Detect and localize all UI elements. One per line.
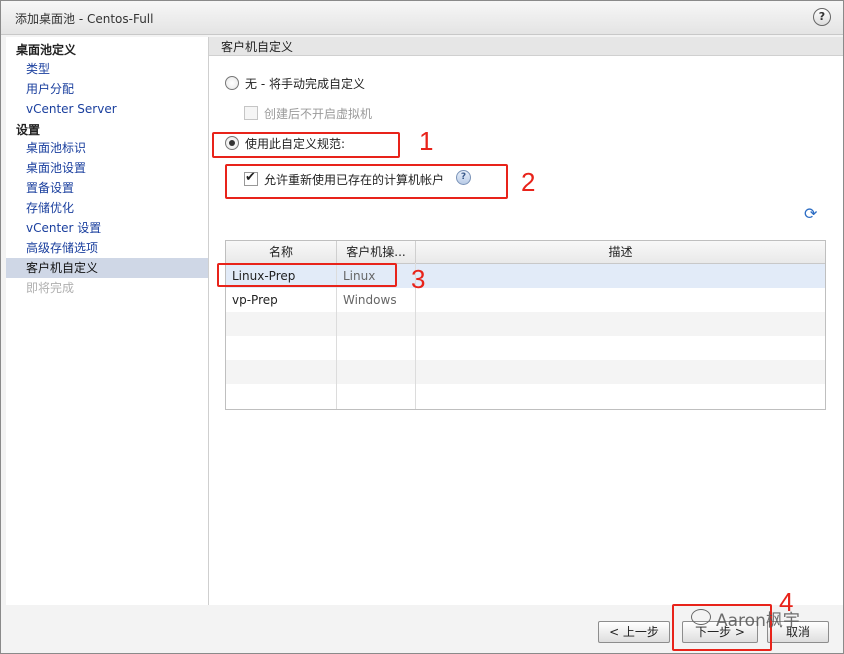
- sidebar-item-vcenter-server[interactable]: vCenter Server: [6, 99, 208, 119]
- window-title: 添加桌面池 - Centos-Full: [15, 12, 154, 26]
- table-row-empty: [226, 360, 825, 384]
- prev-button[interactable]: < 上一步: [598, 621, 670, 643]
- watermark-chat-icon: [691, 609, 711, 625]
- sidebar-item-vcenter-settings[interactable]: vCenter 设置: [6, 218, 208, 238]
- nav-heading-settings: 设置: [16, 123, 41, 137]
- sidebar-item-storage-optimization[interactable]: 存储优化: [6, 198, 208, 218]
- dialog-window: 添加桌面池 - Centos-Full ? 桌面池定义 类型 用户分配 vCen…: [0, 0, 844, 654]
- sidebar-item-ready-to-complete: 即将完成: [26, 281, 75, 295]
- column-name[interactable]: 名称: [226, 241, 337, 263]
- section-title: 客户机自定义: [221, 40, 294, 54]
- column-description[interactable]: 描述: [416, 241, 825, 263]
- annotation-number-2: 2: [521, 167, 536, 197]
- nav-heading-pool-definition: 桌面池定义: [16, 43, 77, 57]
- power-off-checkbox: [244, 106, 258, 120]
- annotation-box-2: [225, 164, 508, 199]
- radio-none[interactable]: [225, 76, 239, 90]
- annotation-number-3: 3: [411, 264, 426, 294]
- cell-name: vp-Prep: [232, 293, 278, 307]
- table-row[interactable]: vp-Prep Windows: [226, 288, 825, 312]
- title-bar: 添加桌面池 - Centos-Full ?: [1, 1, 843, 35]
- table-header: 名称 客户机操... 描述: [226, 241, 825, 264]
- table-row-empty: [226, 312, 825, 336]
- sidebar-item-pool-id[interactable]: 桌面池标识: [6, 138, 208, 158]
- section-header: 客户机自定义: [209, 37, 843, 56]
- table-row-empty: [226, 384, 825, 408]
- power-off-label: 创建后不开启虚拟机: [264, 107, 373, 121]
- cell-description: [416, 288, 825, 312]
- wizard-sidebar: 桌面池定义 类型 用户分配 vCenter Server 设置 桌面池标识 桌面…: [6, 37, 209, 605]
- annotation-box-3: [217, 263, 397, 287]
- annotation-number-1: 1: [419, 126, 434, 156]
- column-guest-os[interactable]: 客户机操...: [337, 241, 416, 263]
- sidebar-item-pool-settings[interactable]: 桌面池设置: [6, 158, 208, 178]
- cell-guest-os: Windows: [343, 293, 397, 307]
- option-none-label: 无 - 将手动完成自定义: [245, 77, 365, 91]
- annotation-box-1: [212, 132, 400, 158]
- watermark-text: Aaron枫宇: [716, 611, 800, 631]
- sidebar-item-user-assignment[interactable]: 用户分配: [6, 79, 208, 99]
- sidebar-item-provisioning[interactable]: 置备设置: [6, 178, 208, 198]
- table-row-empty: [226, 336, 825, 360]
- sidebar-item-advanced-storage[interactable]: 高级存储选项: [6, 238, 208, 258]
- refresh-icon[interactable]: ⟳: [804, 204, 817, 223]
- sidebar-item-type[interactable]: 类型: [6, 59, 208, 79]
- help-icon[interactable]: ?: [813, 8, 831, 26]
- cell-description: [416, 264, 825, 288]
- sidebar-item-guest-customization[interactable]: 客户机自定义: [6, 258, 208, 278]
